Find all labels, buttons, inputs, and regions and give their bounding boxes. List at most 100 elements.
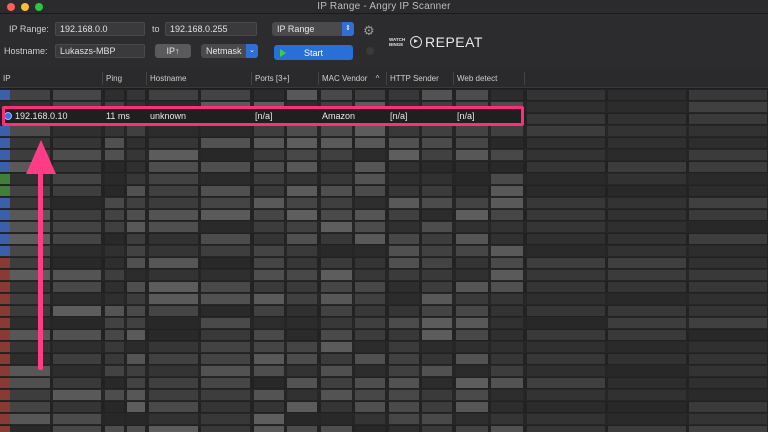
blurred-cell — [149, 270, 198, 280]
blurred-cell — [527, 390, 605, 400]
blurred-cell — [456, 222, 488, 232]
blurred-cell — [287, 138, 317, 148]
blurred-cell — [608, 198, 686, 208]
blurred-cell — [126, 294, 145, 304]
blurred-cell — [53, 234, 101, 244]
blurred-cell — [126, 306, 145, 316]
minimize-window-button[interactable] — [21, 3, 29, 11]
blurred-status-marker — [0, 378, 10, 388]
title-bar: IP Range - Angry IP Scanner — [0, 0, 768, 14]
blurred-cell — [105, 234, 124, 244]
range-start-input[interactable]: 192.168.0.0 — [55, 22, 145, 36]
blurred-cell — [53, 414, 101, 424]
blurred-cell — [126, 234, 145, 244]
blurred-cell — [389, 390, 419, 400]
results-table-header: IP Ping Hostname Ports [3+] MAC Vendor ^… — [0, 69, 768, 88]
blurred-cell — [149, 378, 198, 388]
blurred-cell — [422, 150, 452, 160]
to-label: to — [152, 24, 160, 34]
blurred-cell — [608, 162, 686, 172]
blurred-cell — [287, 90, 317, 100]
blurred-cell — [689, 186, 767, 196]
blurred-cell — [527, 90, 605, 100]
blurred-status-marker — [0, 186, 10, 196]
blurred-cell — [689, 102, 767, 112]
blurred-cell — [287, 414, 317, 424]
blurred-cell — [689, 270, 767, 280]
column-header-ping[interactable]: Ping — [103, 69, 122, 88]
blurred-cell — [287, 426, 317, 432]
blurred-cell — [354, 222, 385, 232]
blurred-cell — [126, 330, 145, 340]
blurred-cell — [149, 402, 198, 412]
blurred-cell — [527, 258, 605, 268]
blurred-cell — [287, 318, 317, 328]
column-resize-handle[interactable] — [524, 72, 525, 85]
blurred-cell — [201, 210, 250, 220]
blurred-cell — [53, 342, 101, 352]
blurred-cell — [53, 90, 101, 100]
zoom-window-button[interactable] — [35, 3, 43, 11]
blurred-cell — [287, 210, 317, 220]
blurred-cell — [456, 174, 488, 184]
blurred-cell — [201, 414, 250, 424]
column-header-ports[interactable]: Ports [3+] — [252, 69, 289, 88]
blurred-cell — [354, 246, 385, 256]
blurred-cell — [53, 210, 101, 220]
blurred-cell — [354, 186, 385, 196]
blurred-cell — [527, 354, 605, 364]
column-header-http-sender[interactable]: HTTP Sender — [387, 69, 439, 88]
blurred-cell — [422, 378, 452, 388]
blurred-cell — [126, 318, 145, 328]
close-window-button[interactable] — [7, 3, 15, 11]
blurred-status-marker — [0, 318, 10, 328]
blurred-cell — [456, 294, 488, 304]
ip-up-button[interactable]: IP↑ — [155, 44, 191, 58]
blurred-cell — [287, 354, 317, 364]
blurred-cell — [689, 114, 767, 124]
blurred-cell — [321, 126, 352, 136]
blurred-cell — [491, 174, 523, 184]
blurred-cell — [608, 102, 686, 112]
blurred-cell — [105, 342, 124, 352]
blurred-cell — [321, 138, 352, 148]
blurred-cell — [201, 402, 250, 412]
blurred-cell — [354, 198, 385, 208]
range-end-input[interactable]: 192.168.0.255 — [165, 22, 257, 36]
blurred-cell — [254, 258, 284, 268]
blurred-cell — [608, 186, 686, 196]
blurred-cell — [422, 318, 452, 328]
blurred-cell — [527, 126, 605, 136]
start-button[interactable]: Start — [274, 45, 353, 60]
blurred-cell — [149, 414, 198, 424]
blurred-cell — [354, 174, 385, 184]
blurred-cell — [287, 162, 317, 172]
blurred-cell — [321, 378, 352, 388]
blurred-cell — [287, 222, 317, 232]
blurred-cell — [105, 390, 124, 400]
blurred-cell — [53, 282, 101, 292]
watermark-play-icon — [410, 36, 422, 48]
blurred-cell — [201, 282, 250, 292]
blurred-cell — [456, 150, 488, 160]
gear-icon[interactable]: ⚙ — [363, 23, 375, 39]
column-header-ip[interactable]: IP — [0, 69, 11, 88]
blurred-cell — [149, 186, 198, 196]
netmask-select[interactable]: Netmask ⌄ — [201, 44, 258, 58]
blurred-cell — [53, 366, 101, 376]
hostname-input[interactable]: Lukaszs-MBP — [55, 44, 145, 58]
blurred-status-marker — [0, 90, 10, 100]
blurred-cell — [389, 426, 419, 432]
column-header-mac-vendor[interactable]: MAC Vendor ^ — [319, 69, 379, 88]
blurred-cell — [53, 150, 101, 160]
blurred-cell — [527, 330, 605, 340]
results-table-blurred — [0, 89, 768, 432]
blurred-cell — [53, 246, 101, 256]
blurred-cell — [456, 246, 488, 256]
column-header-web-detect[interactable]: Web detect — [454, 69, 497, 88]
watermark-logo: WATCH BINGE REPEAT — [389, 34, 483, 50]
blurred-cell — [527, 198, 605, 208]
feeder-select[interactable]: IP Range ⇕ — [272, 22, 354, 36]
blurred-cell — [105, 90, 124, 100]
column-header-hostname[interactable]: Hostname — [147, 69, 186, 88]
